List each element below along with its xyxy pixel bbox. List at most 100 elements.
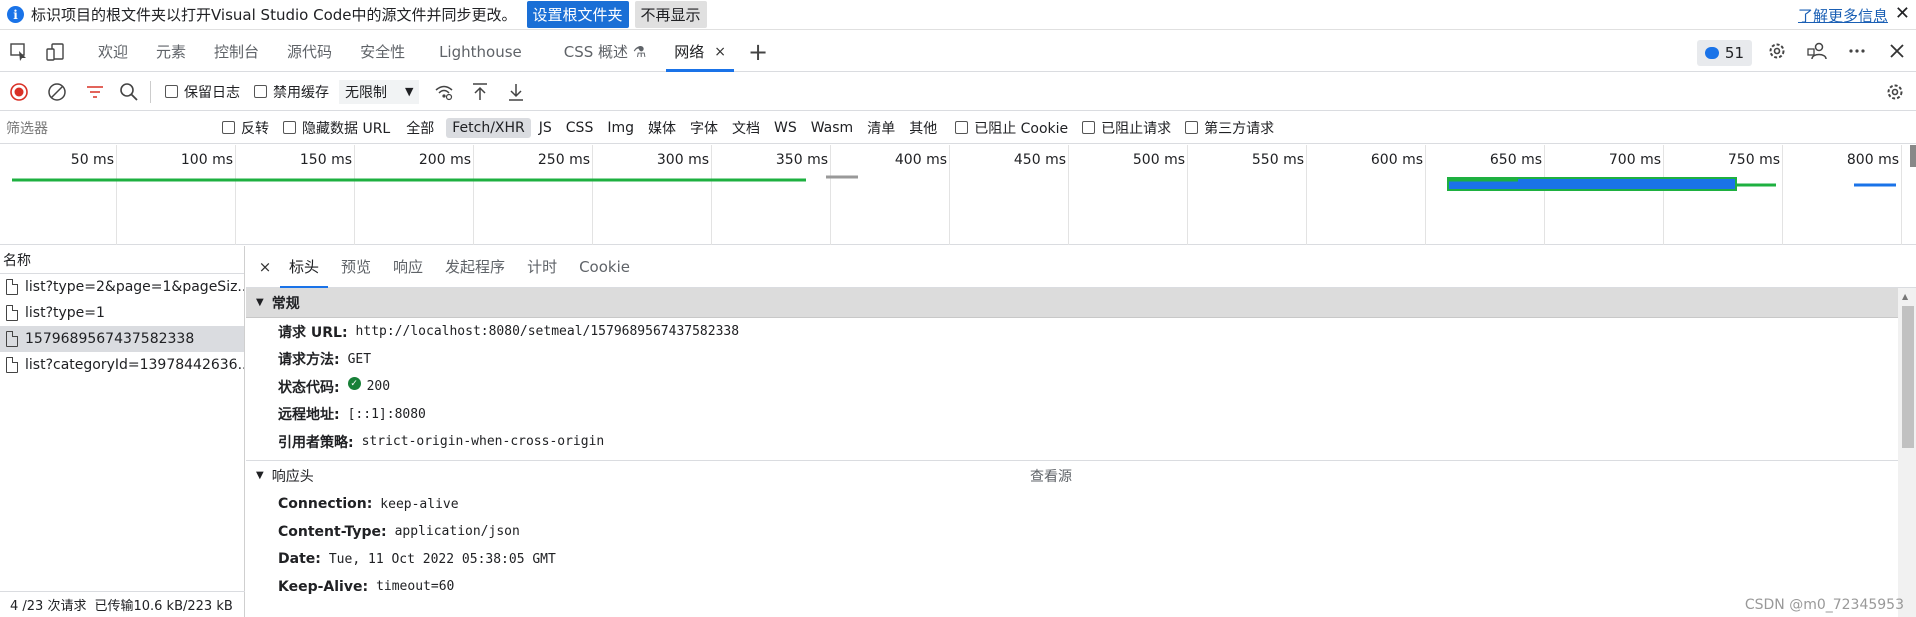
blocked-requests-checkbox[interactable]: 已阻止请求 [1082,118,1171,138]
preserve-log-checkbox[interactable]: 保留日志 [165,82,240,102]
status-bar: 4 /23 次请求 已传输10.6 kB/223 kB [0,591,245,617]
tab-label: 安全性 [360,43,406,61]
tab-security[interactable]: 安全性 [346,32,419,72]
tab-welcome[interactable]: 欢迎 [84,32,142,72]
clear-icon[interactable] [46,81,68,103]
filter-type-ws[interactable]: WS [768,118,803,138]
filter-type-js[interactable]: JS [533,118,558,138]
tab-sources[interactable]: 源代码 [273,32,346,72]
tab-network[interactable]: 网络 × [660,32,740,72]
view-source-link[interactable]: 查看源 [1030,466,1072,486]
checkbox-box [955,121,969,134]
header-value: GET [347,351,372,367]
filter-type-doc[interactable]: 文档 [726,116,766,140]
filter-type-manifest[interactable]: 清单 [861,116,901,140]
request-count: 4 /23 次请求 [10,599,87,614]
tab-initiator[interactable]: 发起程序 [434,246,516,288]
filter-type-css[interactable]: CSS [560,118,600,138]
filter-type-media[interactable]: 媒体 [642,116,682,140]
network-overview[interactable]: 50 ms 100 ms 150 ms 200 ms 250 ms 300 ms 350 m… [0,145,1916,245]
header-key: 请求方法: [278,352,340,369]
disable-cache-checkbox[interactable]: 禁用缓存 [254,82,329,102]
tab-css-overview[interactable]: CSS 概述 ⚗ [536,32,661,72]
filter-type-font[interactable]: 字体 [684,116,724,140]
header-value: strict-origin-when-cross-origin [361,434,605,450]
header-value: 200 [366,379,391,395]
dont-show-again-button[interactable]: 不再显示 [634,1,707,28]
response-headers-section-header[interactable]: ▼ 响应头 查看源 [246,461,1916,491]
set-root-folder-button[interactable]: 设置根文件夹 [526,1,629,28]
checkbox-label: 禁用缓存 [273,84,329,101]
customize-profile-icon[interactable] [1806,40,1828,62]
network-settings-gear-icon[interactable] [1884,81,1906,103]
header-row: 请求 URL: http://localhost:8080/setmeal/157… [246,318,1916,346]
filter-placeholder: 筛选器 [6,120,48,137]
tab-timing[interactable]: 计时 [516,246,568,288]
throttling-select[interactable]: 无限制 ▼ [339,79,420,104]
third-party-checkbox[interactable]: 第三方请求 [1185,118,1274,138]
file-icon [6,357,18,373]
device-emulation-icon[interactable] [44,41,66,63]
filter-type-wasm[interactable]: Wasm [805,118,859,138]
inspect-element-icon[interactable] [8,41,30,63]
tab-lighthouse[interactable]: Lighthouse [419,32,536,72]
tab-label: CSS 概述 ⚗ [563,43,647,61]
status-ok-icon: ✓ [347,377,361,391]
overview-scrollbar[interactable] [1910,145,1916,167]
filter-type-fetch-xhr[interactable]: Fetch/XHR [446,117,531,138]
checkbox-box [283,121,296,134]
tab-cookies[interactable]: Cookie [568,246,641,288]
request-row-selected[interactable]: 1579689567437582338 [0,326,244,352]
detail-scrollbar[interactable]: ▲ [1898,288,1916,617]
section-title: 响应头 [271,468,314,485]
learn-more-link[interactable]: 了解更多信息 [1798,5,1888,26]
devtools-tabbar: 欢迎 元素 控制台 源代码 安全性 Lighthouse CSS 概述 ⚗ 网络… [0,32,1916,72]
settings-gear-icon[interactable] [1766,40,1788,62]
tab-label: 元素 [156,43,187,61]
tab-preview[interactable]: 预览 [330,246,382,288]
tab-headers[interactable]: 标头 [278,246,330,288]
search-icon[interactable] [118,81,140,103]
scrollbar-thumb[interactable] [1902,306,1914,448]
general-section-header[interactable]: ▼ 常规 [246,288,1916,318]
header-row: 请求方法: GET [246,346,1916,374]
header-value: [::1]:8080 [347,406,426,422]
header-row: Connection: keep-alive [246,491,1916,519]
request-row[interactable]: list?type=2&page=1&pageSiz... [0,274,244,300]
overview-waterfall [12,175,1896,191]
blocked-cookies-checkbox[interactable]: 已阻止 Cookie [955,118,1068,138]
request-row[interactable]: list?categoryId=13978442636... [0,352,244,378]
network-conditions-icon[interactable] [433,81,455,103]
filter-input[interactable]: 筛选器 [0,112,210,143]
filter-type-all[interactable]: 全部 [400,116,440,140]
close-detail-icon[interactable]: × [252,258,278,276]
filter-type-img[interactable]: Img [601,118,640,138]
invert-checkbox[interactable]: 反转 [222,118,269,138]
filter-type-other[interactable]: 其他 [903,116,943,140]
caret-down-icon: ▼ [256,297,264,308]
header-key: 状态代码: [278,379,340,396]
import-har-icon[interactable] [469,81,491,103]
tab-response[interactable]: 响应 [382,246,434,288]
request-row[interactable]: list?type=1 [0,300,244,326]
hide-data-urls-checkbox[interactable]: 隐藏数据 URL [283,118,390,138]
infobar-close-icon[interactable]: ✕ [1895,3,1910,24]
close-devtools-icon[interactable] [1886,40,1908,62]
tab-elements[interactable]: 元素 [142,32,200,72]
scroll-up-icon[interactable]: ▲ [1902,292,1908,301]
header-value: timeout=60 [376,579,455,595]
more-options-icon[interactable] [1846,40,1868,62]
export-har-icon[interactable] [505,81,527,103]
record-stop-icon[interactable] [8,81,30,103]
header-row: Content-Type: application/json [246,518,1916,546]
close-tab-icon[interactable]: × [714,44,726,60]
request-detail: × 标头 预览 响应 发起程序 计时 Cookie ▼ 常规 请求 URL: ht… [246,246,1916,617]
header-value: keep-alive [380,496,459,512]
request-name: list?categoryId=13978442636... [25,357,244,373]
filter-icon[interactable] [84,81,106,103]
checkbox-box [165,85,178,98]
issues-badge[interactable]: 51 [1696,40,1752,66]
tab-console[interactable]: 控制台 [200,32,273,72]
add-tab-icon[interactable]: + [748,38,768,66]
column-header-name[interactable]: 名称 [0,246,244,274]
